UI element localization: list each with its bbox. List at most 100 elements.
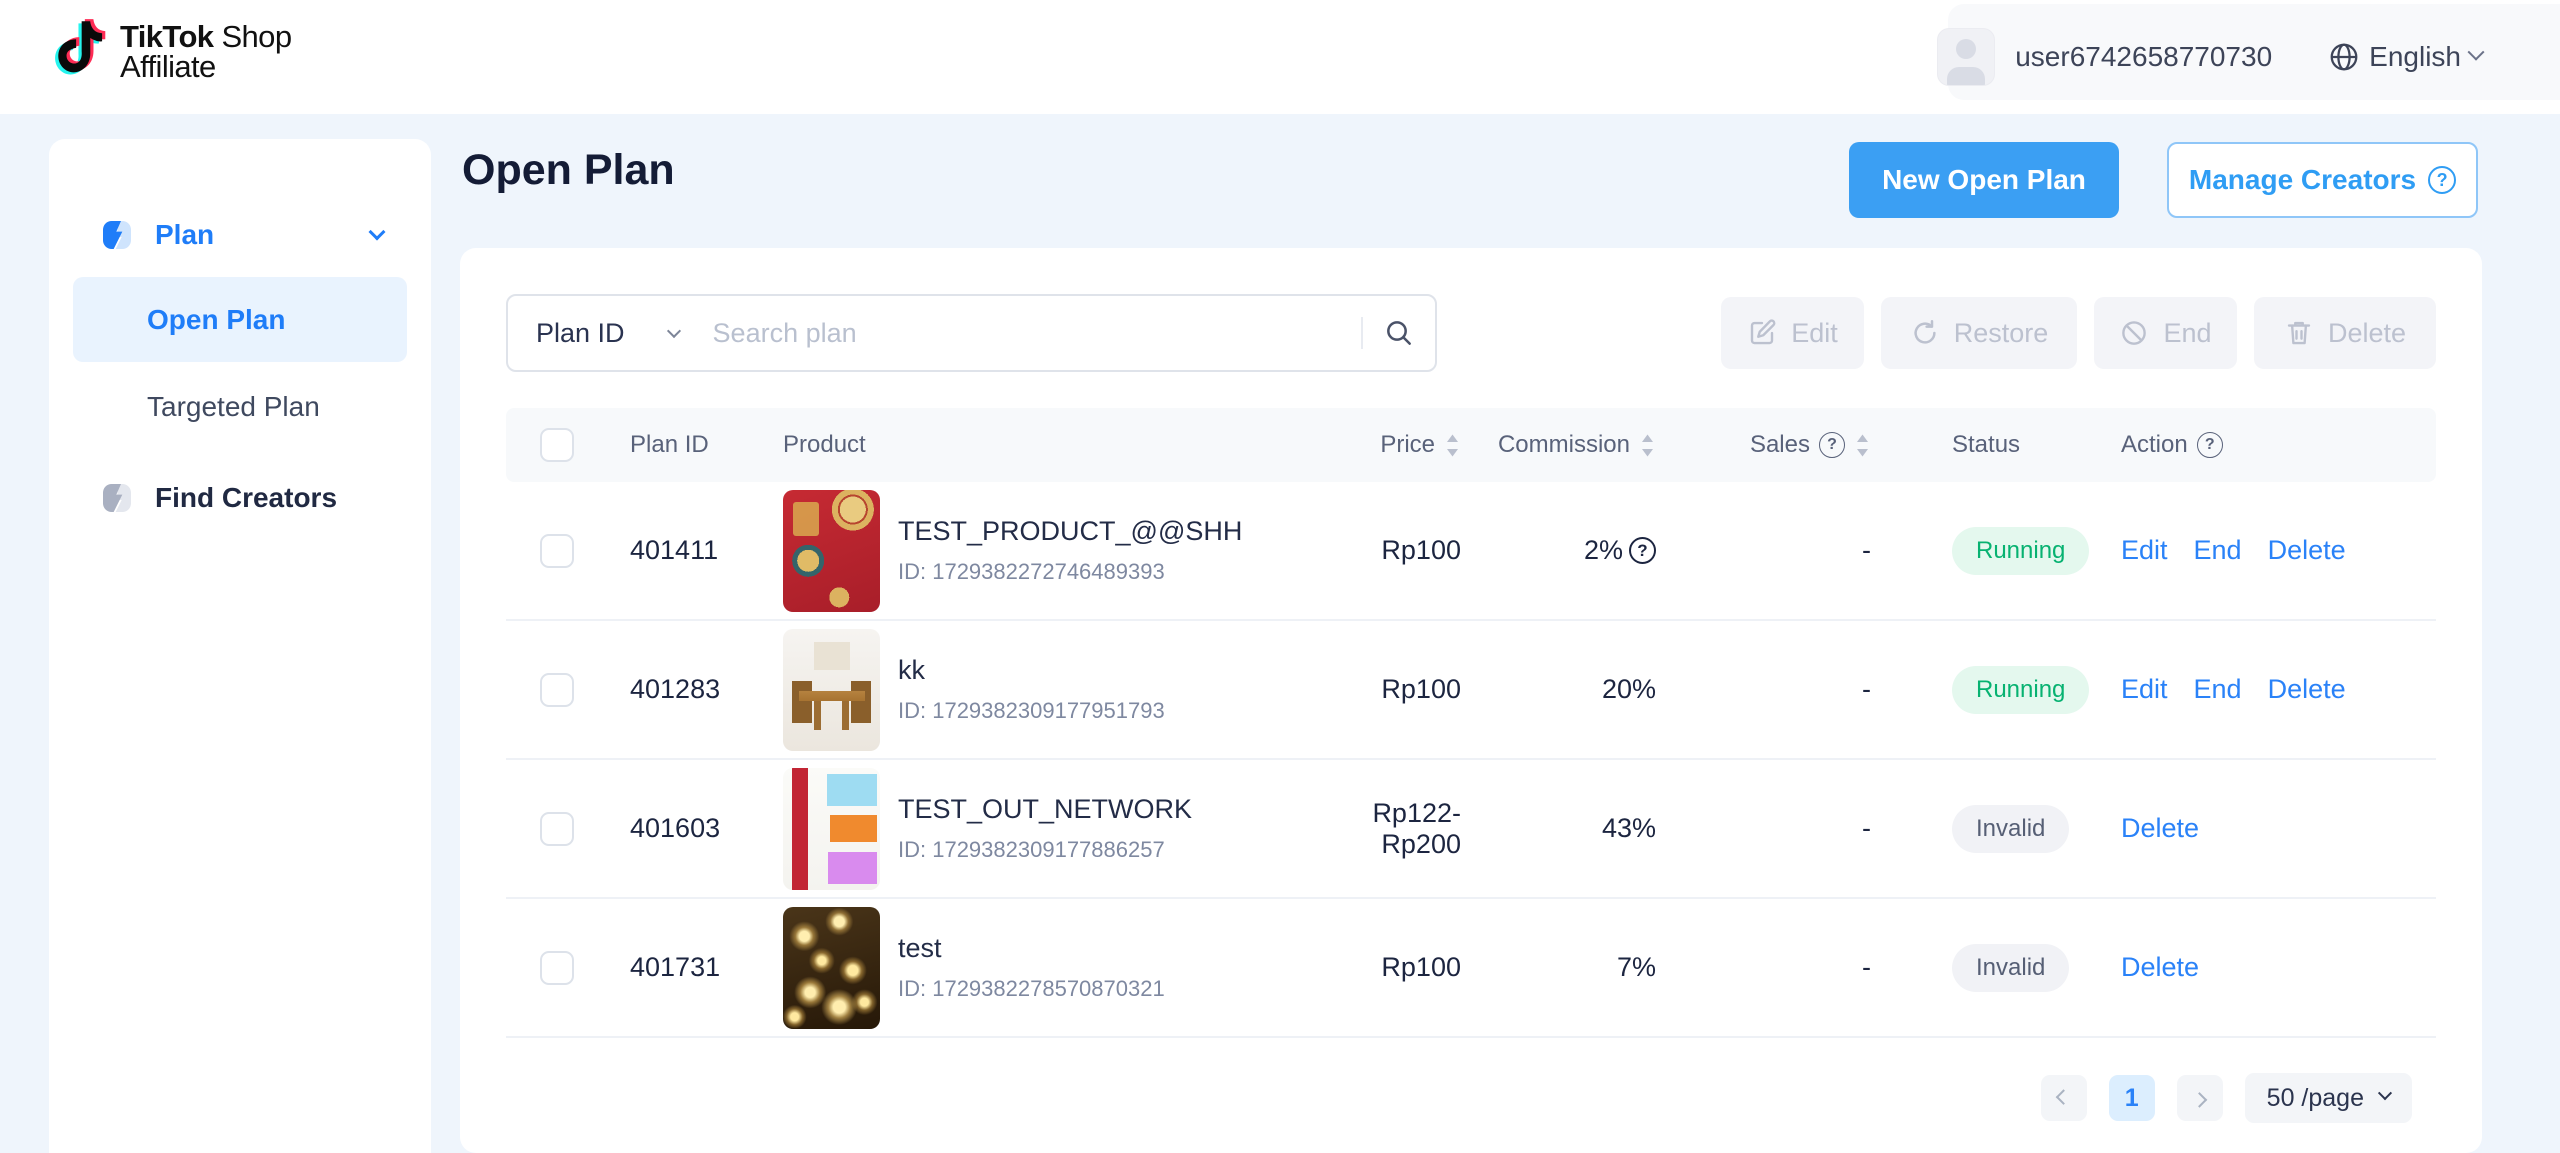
bulk-delete-button[interactable]: Delete	[2254, 297, 2436, 369]
action-help-icon[interactable]	[2197, 432, 2223, 458]
sales: -	[1656, 952, 1871, 983]
header-status: Status	[1871, 431, 2121, 459]
page-title: Open Plan	[462, 146, 675, 195]
plan-id-cell: 401603	[596, 813, 771, 844]
table-row: 401731 test ID: 1729382278570870321 Rp10…	[506, 899, 2436, 1038]
plan-icon	[101, 219, 133, 251]
row-action-link[interactable]: End	[2194, 535, 2242, 566]
row-checkbox[interactable]	[540, 534, 574, 568]
status-badge: Invalid	[1952, 944, 2069, 992]
language-selector[interactable]: English	[2328, 41, 2482, 73]
plan-id-cell: 401283	[596, 674, 771, 705]
logo-shop: Shop	[221, 19, 291, 54]
product-id: ID: 1729382272746489393	[898, 559, 1242, 585]
price: Rp100	[1381, 952, 1461, 983]
product-id: ID: 1729382309177951793	[898, 698, 1165, 724]
previous-page-button[interactable]	[2041, 1075, 2087, 1121]
commission-help-icon[interactable]	[1629, 537, 1656, 564]
sales: -	[1656, 535, 1871, 566]
search-icon	[1383, 317, 1415, 349]
sort-icon[interactable]	[1854, 432, 1871, 459]
row-action-link[interactable]: Edit	[2121, 674, 2168, 705]
new-open-plan-button[interactable]: New Open Plan	[1849, 142, 2119, 218]
row-action-link[interactable]: End	[2194, 674, 2242, 705]
product-name: TEST_PRODUCT_@@SHH	[898, 516, 1242, 547]
price-line2: Rp200	[1372, 829, 1461, 860]
top-header: TikTok Shop Affiliate user6742658770730 …	[0, 0, 2560, 114]
help-icon[interactable]	[2428, 166, 2456, 194]
select-all-checkbox[interactable]	[540, 428, 574, 462]
page-number[interactable]: 1	[2109, 1075, 2155, 1121]
bulk-end-label: End	[2163, 318, 2211, 349]
row-action-link[interactable]: Delete	[2268, 674, 2346, 705]
commission: 20%	[1602, 674, 1656, 705]
product-image	[783, 907, 880, 1029]
plans-table: Plan ID Product Price Commission Sales S…	[506, 408, 2436, 1038]
bulk-restore-button[interactable]: Restore	[1881, 297, 2077, 369]
table-row: 401603 TEST_OUT_NETWORK ID: 172938230917…	[506, 760, 2436, 899]
product-name: test	[898, 933, 1165, 964]
plan-search-bar: Plan ID	[506, 294, 1437, 372]
row-action-link[interactable]: Delete	[2121, 952, 2199, 983]
end-icon	[2119, 318, 2149, 348]
sidebar: Plan Open Plan Targeted Plan Find Creato…	[49, 139, 431, 1153]
edit-icon	[1747, 318, 1777, 348]
row-checkbox[interactable]	[540, 951, 574, 985]
status-badge: Running	[1952, 666, 2089, 714]
bulk-action-toolbar: Edit Restore End Delete	[1721, 297, 2436, 369]
status-badge: Running	[1952, 527, 2089, 575]
sidebar-item-targeted-plan[interactable]: Targeted Plan	[73, 366, 407, 448]
commission: 43%	[1602, 813, 1656, 844]
search-field-dropdown[interactable]: Plan ID	[508, 318, 679, 349]
commission: 7%	[1617, 952, 1656, 983]
page-size-value: 50 /page	[2267, 1084, 2364, 1113]
manage-creators-label: Manage Creators	[2189, 164, 2416, 196]
sort-icon[interactable]	[1444, 432, 1461, 459]
main-card: Plan ID Edit Restore	[460, 248, 2482, 1153]
row-action-link[interactable]: Edit	[2121, 535, 2168, 566]
sidebar-item-find-creators[interactable]: Find Creators	[49, 482, 431, 514]
page-size-selector[interactable]: 50 /page	[2245, 1073, 2412, 1123]
search-field-value: Plan ID	[536, 318, 625, 349]
tiktok-shop-affiliate-logo[interactable]: TikTok Shop Affiliate	[50, 16, 291, 84]
row-checkbox[interactable]	[540, 812, 574, 846]
sales: -	[1656, 674, 1871, 705]
commission: 2%	[1584, 535, 1623, 566]
header-commission: Commission	[1498, 431, 1630, 459]
row-checkbox[interactable]	[540, 673, 574, 707]
product-image	[783, 490, 880, 612]
header-plan-id: Plan ID	[596, 431, 771, 459]
sidebar-item-plan[interactable]: Plan	[49, 219, 431, 251]
header-action: Action	[2121, 431, 2188, 459]
product-name: TEST_OUT_NETWORK	[898, 794, 1192, 825]
avatar[interactable]	[1937, 28, 1995, 86]
search-button[interactable]	[1363, 317, 1435, 349]
logo-text: TikTok Shop Affiliate	[120, 16, 291, 82]
row-action-link[interactable]: Delete	[2121, 813, 2199, 844]
globe-icon	[2328, 41, 2360, 73]
row-action-link[interactable]: Delete	[2268, 535, 2346, 566]
header-product: Product	[771, 431, 1316, 459]
chevron-down-icon	[369, 224, 386, 241]
next-page-button[interactable]	[2177, 1075, 2223, 1121]
logo-affiliate: Affiliate	[120, 52, 291, 82]
price: Rp100	[1381, 674, 1461, 705]
header-sales: Sales	[1750, 431, 1810, 459]
chevron-right-icon	[2192, 1092, 2208, 1108]
chevron-down-icon	[2468, 44, 2485, 61]
sidebar-item-open-plan[interactable]: Open Plan	[73, 277, 407, 362]
manage-creators-button[interactable]: Manage Creators	[2167, 142, 2478, 218]
restore-icon	[1910, 318, 1940, 348]
bulk-edit-button[interactable]: Edit	[1721, 297, 1864, 369]
product-image	[783, 629, 880, 751]
find-creators-icon	[101, 482, 133, 514]
search-input[interactable]	[713, 318, 1361, 349]
table-row: 401411 TEST_PRODUCT_@@SHH ID: 1729382272…	[506, 482, 2436, 621]
sales-help-icon[interactable]	[1819, 432, 1845, 458]
user-block: user6742658770730 English	[1937, 26, 2482, 88]
sort-icon[interactable]	[1639, 432, 1656, 459]
plan-id-cell: 401731	[596, 952, 771, 983]
sidebar-plan-label: Plan	[155, 219, 214, 251]
bulk-end-button[interactable]: End	[2094, 297, 2237, 369]
trash-icon	[2284, 318, 2314, 348]
